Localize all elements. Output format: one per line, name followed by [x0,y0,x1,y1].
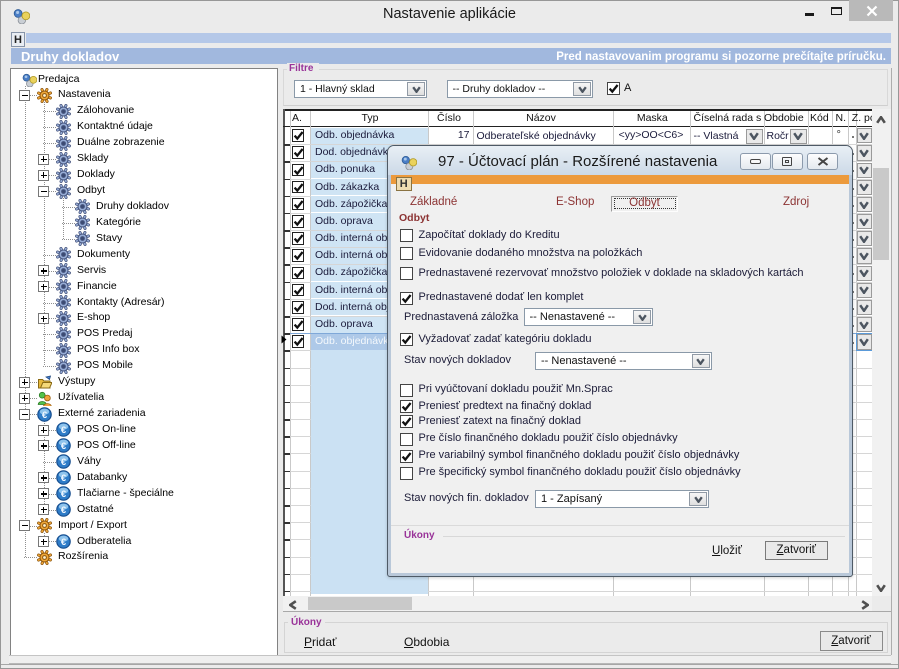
svg-text:€: € [61,473,67,484]
svg-text:€: € [61,489,67,500]
svg-text:€: € [42,409,48,420]
svg-text:€: € [61,441,67,452]
svg-text:€: € [61,425,67,436]
svg-text:€: € [61,505,67,516]
svg-text:€: € [61,537,67,548]
svg-text:€: € [61,457,67,468]
